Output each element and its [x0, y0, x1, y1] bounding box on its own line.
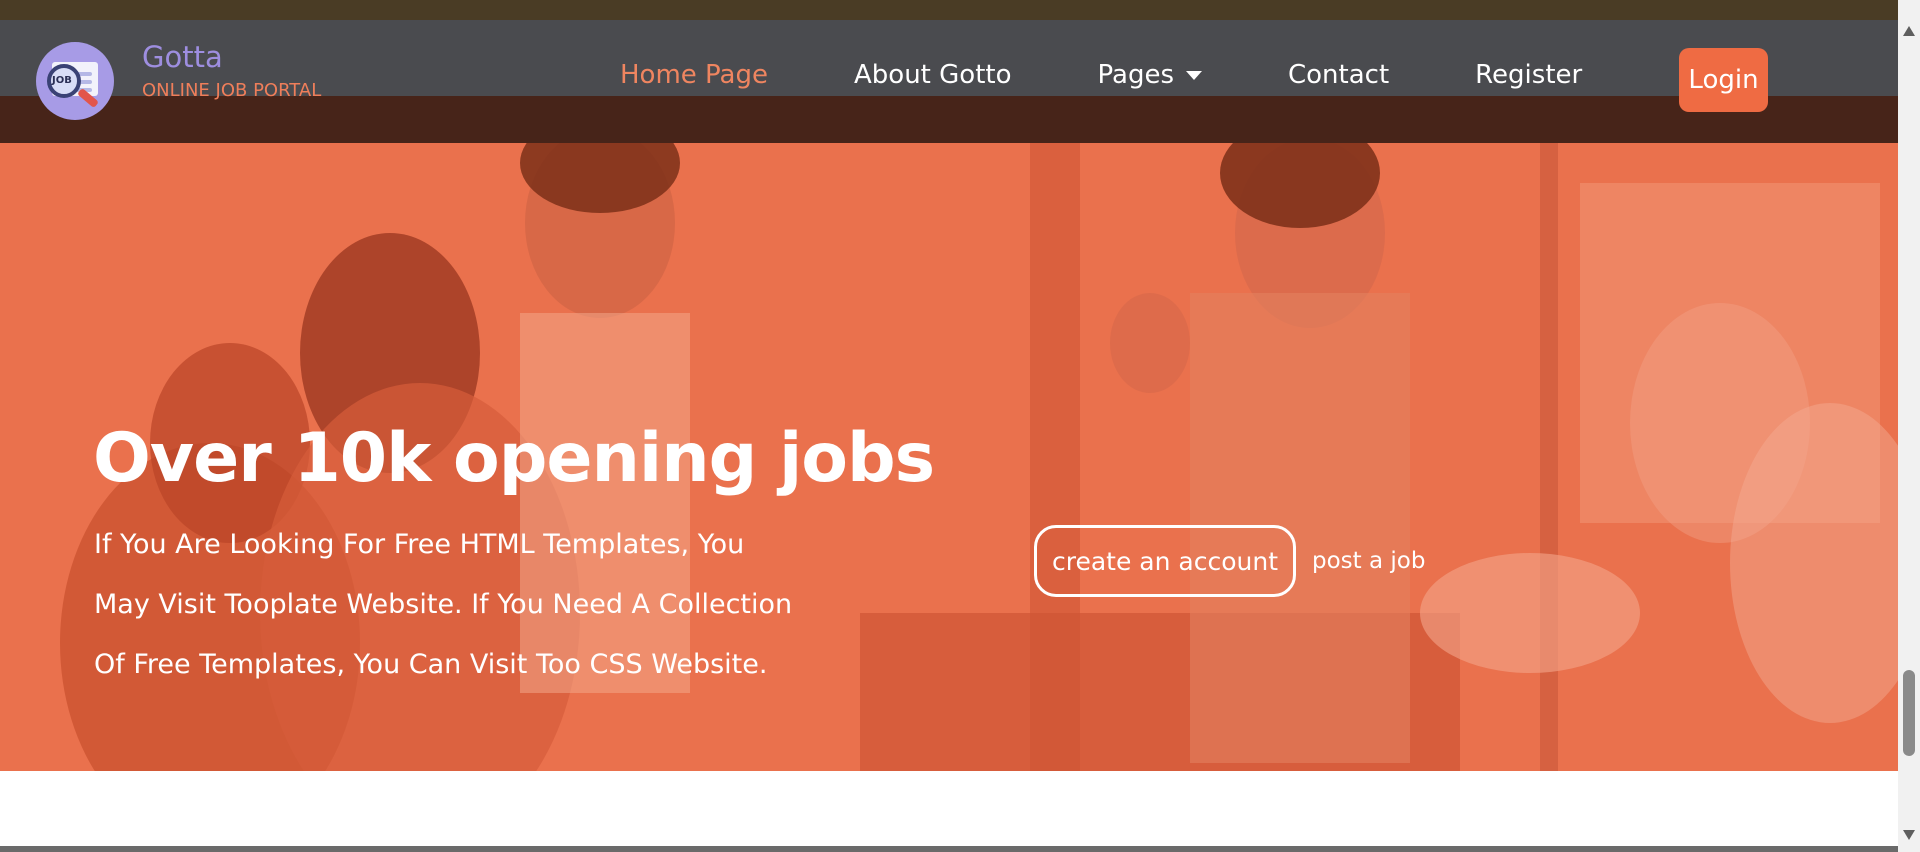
scroll-down-arrow-icon[interactable] [1903, 830, 1915, 840]
nav-register[interactable]: Register [1475, 60, 1582, 90]
nav-about[interactable]: About Gotto [854, 60, 1012, 90]
scroll-thumb[interactable] [1903, 670, 1915, 756]
brand-tagline: ONLINE JOB PORTAL [142, 80, 322, 101]
nav-about-label: About Gotto [854, 60, 1012, 90]
hero-section: Over 10k opening jobs If You Are Looking… [0, 143, 1898, 771]
browser-top-strip [0, 0, 1898, 20]
nav-home-label: Home Page [620, 60, 768, 90]
hero-description: If You Are Looking For Free HTML Templat… [94, 529, 793, 680]
main-nav: Home Page About Gotto Pages Contact Regi… [620, 60, 1668, 90]
caret-down-icon [1186, 70, 1202, 80]
nav-contact-label: Contact [1288, 60, 1390, 90]
nav-pages-label: Pages [1097, 60, 1175, 90]
create-account-button[interactable]: create an account [1034, 525, 1296, 597]
scroll-up-arrow-icon[interactable] [1903, 26, 1915, 36]
brand-name[interactable]: Gotta [142, 42, 321, 72]
brand[interactable]: JOB Gotta ONLINE JOB PORTAL [36, 42, 321, 120]
nav-home[interactable]: Home Page [620, 60, 768, 90]
login-button[interactable]: Login [1679, 48, 1768, 112]
nav-pages-dropdown[interactable]: Pages [1097, 60, 1202, 90]
job-search-logo-icon[interactable]: JOB [36, 42, 114, 120]
nav-contact[interactable]: Contact [1288, 60, 1389, 90]
hero-title: Over 10k opening jobs [93, 419, 935, 498]
window-bottom-border [0, 846, 1898, 852]
logo-text: JOB [52, 75, 72, 86]
post-job-link[interactable]: post a job [1312, 548, 1425, 574]
nav-register-label: Register [1475, 60, 1583, 90]
